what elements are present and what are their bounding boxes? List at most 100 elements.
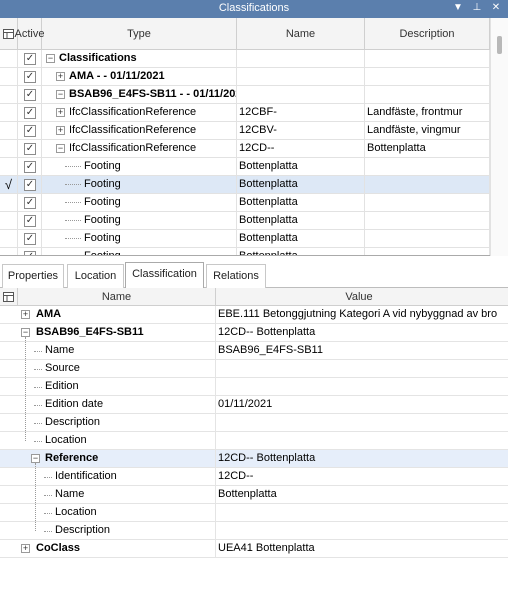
active-checkbox[interactable]: ✓ (24, 125, 36, 137)
property-row[interactable]: Description (0, 414, 508, 432)
property-column-chooser-icon[interactable] (0, 288, 18, 306)
tree-connector (65, 165, 81, 167)
expand-icon[interactable]: + (56, 107, 65, 117)
tab-bar: Properties Location Classification Relat… (0, 262, 508, 289)
grid-header: Active Type Name Description (0, 18, 490, 50)
active-checkbox[interactable]: ✓ (24, 215, 36, 227)
collapse-icon[interactable]: − (21, 328, 30, 337)
property-row[interactable]: Edition date 01/11/2021 (0, 396, 508, 414)
property-value[interactable] (217, 504, 502, 522)
tree-row[interactable]: ✓ Footing Bottenplatta (0, 248, 490, 255)
type-cell: Footing (42, 194, 237, 212)
property-value[interactable]: 12CD-- Bottenplatta (217, 450, 502, 468)
property-row[interactable]: − BSAB96_E4FS-SB11 12CD-- Bottenplatta (0, 324, 508, 342)
tree-row[interactable]: ✓ Footing Bottenplatta (0, 194, 490, 212)
property-row[interactable]: − Reference 12CD-- Bottenplatta (0, 450, 508, 468)
expand-icon[interactable]: + (21, 544, 30, 553)
expand-icon[interactable]: + (56, 71, 65, 81)
property-row[interactable]: + AMA EBE.111 Betonggjutning Kategori A vi… (0, 306, 508, 324)
property-value[interactable]: BSAB96_E4FS-SB11 (217, 342, 502, 360)
property-value[interactable]: 01/11/2021 (217, 396, 502, 414)
property-value[interactable]: 12CD-- Bottenplatta (217, 324, 502, 342)
active-checkbox[interactable]: ✓ (24, 161, 36, 173)
column-header-type[interactable]: Type (42, 18, 237, 50)
property-row[interactable]: Identification 12CD-- (0, 468, 508, 486)
active-checkbox[interactable]: ✓ (24, 107, 36, 119)
property-grid: Name Value + AMA EBE.111 Betonggjutning Ka… (0, 288, 508, 589)
property-value[interactable] (217, 378, 502, 396)
description-cell (365, 158, 490, 176)
tree-row[interactable]: ✓ + IfcClassificationReference 12CBF- Landfä… (0, 104, 490, 122)
property-value[interactable] (217, 522, 502, 540)
tree-guide-line (25, 337, 26, 441)
tree-row[interactable]: ✓ − IfcClassificationReference 12CD-- Botten… (0, 140, 490, 158)
active-checkbox[interactable]: ✓ (24, 179, 36, 191)
tree-connector (65, 201, 81, 203)
property-column-name[interactable]: Name (18, 288, 216, 306)
property-value[interactable]: EBE.111 Betonggjutning Kategori A vid ny… (217, 306, 502, 324)
tree-row[interactable]: ✓ Footing Bottenplatta (0, 230, 490, 248)
expand-icon[interactable]: + (21, 310, 30, 319)
description-cell: Bottenplatta (365, 140, 490, 158)
close-icon[interactable]: ✕ (489, 1, 503, 15)
collapse-icon[interactable]: − (56, 89, 65, 99)
property-value[interactable] (217, 432, 502, 450)
row-indicator (0, 86, 18, 104)
property-row[interactable]: Source (0, 360, 508, 378)
name-cell: Bottenplatta (237, 248, 365, 255)
property-name-cell: Identification (0, 468, 216, 486)
property-row[interactable]: Edition (0, 378, 508, 396)
property-value[interactable]: Bottenplatta (217, 486, 502, 504)
pin-icon[interactable]: ⊥ (470, 1, 484, 15)
tab-properties[interactable]: Properties (2, 264, 64, 288)
tree-connector (44, 495, 52, 496)
active-checkbox[interactable]: ✓ (24, 197, 36, 209)
tree-connector (44, 477, 52, 478)
property-name-cell: Name (0, 486, 216, 504)
column-header-name[interactable]: Name (237, 18, 365, 50)
active-checkbox[interactable]: ✓ (24, 53, 36, 65)
scrollbar-thumb[interactable] (497, 36, 502, 54)
active-checkbox[interactable]: ✓ (24, 251, 36, 255)
tab-relations[interactable]: Relations (206, 264, 266, 288)
active-checkbox[interactable]: ✓ (24, 233, 36, 245)
property-grid-header: Name Value (0, 288, 508, 306)
property-row[interactable]: Location (0, 432, 508, 450)
column-header-description[interactable]: Description (365, 18, 490, 50)
tree-connector (34, 387, 42, 388)
tree-row[interactable]: ✓ Footing Bottenplatta (0, 158, 490, 176)
active-checkbox[interactable]: ✓ (24, 71, 36, 83)
collapse-icon[interactable]: − (56, 143, 65, 153)
property-value[interactable]: 12CD-- (217, 468, 502, 486)
collapse-icon[interactable]: − (31, 454, 40, 463)
property-value[interactable] (217, 414, 502, 432)
type-cell: Footing (42, 176, 237, 194)
property-value[interactable]: UEA41 Bottenplatta (217, 540, 502, 558)
tab-location[interactable]: Location (67, 264, 124, 288)
property-row[interactable]: Name BSAB96_E4FS-SB11 (0, 342, 508, 360)
property-row[interactable]: + CoClass UEA41 Bottenplatta (0, 540, 508, 558)
tree-row[interactable]: √ ✓ Footing Bottenplatta (0, 176, 490, 194)
active-checkbox[interactable]: ✓ (24, 143, 36, 155)
type-cell: − IfcClassificationReference (42, 140, 237, 158)
active-checkbox[interactable]: ✓ (24, 89, 36, 101)
tree-row[interactable]: ✓ − BSAB96_E4FS-SB11 - - 01/11/2021 (0, 86, 490, 104)
collapse-icon[interactable]: − (46, 53, 55, 63)
property-value[interactable] (217, 360, 502, 378)
property-row[interactable]: Description (0, 522, 508, 540)
tab-classification[interactable]: Classification (125, 262, 204, 289)
type-label: Classifications (59, 52, 137, 64)
tree-row[interactable]: ✓ + IfcClassificationReference 12CBV- Landfä… (0, 122, 490, 140)
property-name-cell: − BSAB96_E4FS-SB11 (0, 324, 216, 342)
tree-row[interactable]: ✓ + AMA - - 01/11/2021 (0, 68, 490, 86)
vertical-scrollbar[interactable] (490, 18, 508, 256)
property-row[interactable]: Location (0, 504, 508, 522)
tree-row[interactable]: ✓ − Classifications (0, 50, 490, 68)
tree-connector (34, 405, 42, 406)
property-column-value[interactable]: Value (216, 288, 502, 306)
tree-row[interactable]: ✓ Footing Bottenplatta (0, 212, 490, 230)
expand-icon[interactable]: + (56, 125, 65, 135)
dropdown-icon[interactable]: ▼ (451, 1, 465, 15)
column-header-active[interactable]: Active (15, 18, 44, 50)
property-row[interactable]: Name Bottenplatta (0, 486, 508, 504)
